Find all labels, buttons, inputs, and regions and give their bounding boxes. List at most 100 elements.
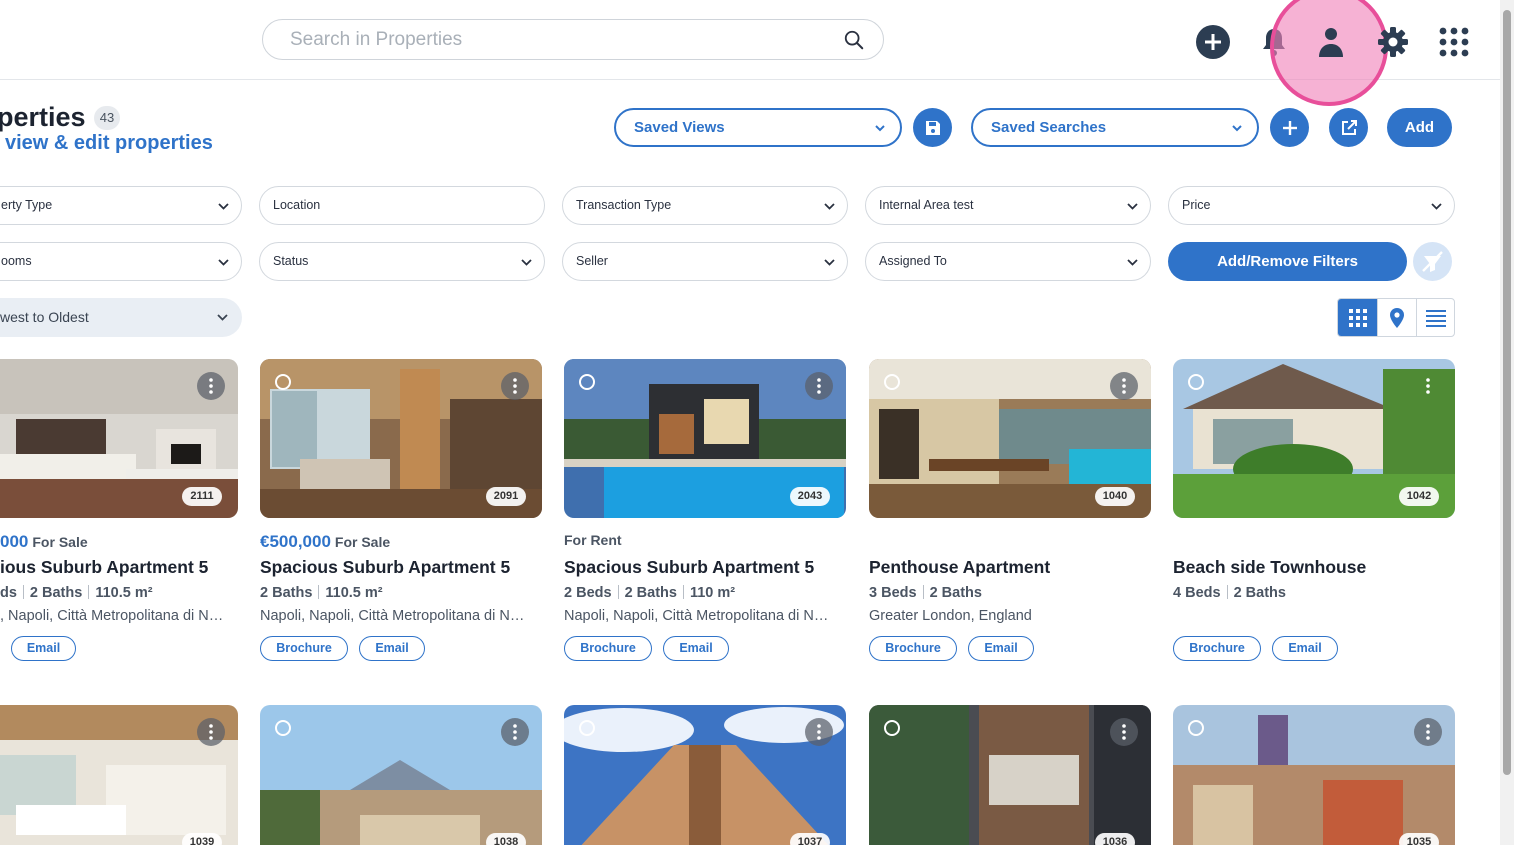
card-title[interactable]: Beach side Townhouse (1173, 557, 1366, 578)
brochure-button[interactable]: Brochure (564, 636, 652, 661)
brochure-button[interactable]: Brochure (260, 636, 348, 661)
card-title[interactable]: Spacious Suburb Apartment 5 (260, 557, 510, 578)
filter-label: Location (273, 198, 321, 212)
add-remove-filters-button[interactable]: Add/Remove Filters (1168, 242, 1407, 281)
search-icon[interactable] (843, 29, 865, 51)
gear-icon[interactable] (1376, 25, 1410, 59)
clear-filter-icon (1422, 251, 1443, 272)
property-photo[interactable]: 2043 (564, 359, 846, 518)
kebab-icon (209, 724, 213, 740)
card-address: Napoli, Napoli, Città Metropolitana di N… (260, 608, 532, 624)
sort-select[interactable]: west to Oldest (0, 298, 242, 337)
property-photo[interactable]: 2111 (0, 359, 238, 518)
chevron-down-icon (824, 203, 835, 210)
price: 000 (0, 532, 29, 551)
card-title[interactable]: Penthouse Apartment (869, 557, 1050, 578)
scrollbar[interactable] (1500, 0, 1514, 845)
email-button[interactable]: Email (968, 636, 1034, 661)
select-checkbox[interactable] (1188, 374, 1204, 390)
search-box[interactable] (262, 19, 884, 60)
saved-searches-select[interactable]: Saved Searches (971, 108, 1259, 147)
card-title[interactable]: Spacious Suburb Apartment 5 (564, 557, 814, 578)
property-photo[interactable]: 1037 (564, 705, 846, 845)
add-search-button[interactable] (1270, 108, 1309, 147)
property-photo[interactable]: 1042 (1173, 359, 1455, 518)
filter-seller[interactable]: Seller (562, 242, 848, 281)
price: €500,000 (260, 532, 331, 551)
ref-badge: 1039 (182, 833, 222, 845)
select-checkbox[interactable] (884, 720, 900, 736)
card-menu-button[interactable] (1414, 718, 1442, 746)
kebab-icon (513, 724, 517, 740)
select-checkbox[interactable] (884, 374, 900, 390)
filter-location[interactable]: Location (259, 186, 545, 225)
card-address: Greater London, England (869, 608, 1032, 624)
select-checkbox[interactable] (579, 374, 595, 390)
property-photo[interactable]: 1039 (0, 705, 238, 845)
card-menu-button[interactable] (805, 718, 833, 746)
property-photo[interactable]: 1036 (869, 705, 1151, 845)
card-menu-button[interactable] (501, 718, 529, 746)
filter-transaction-type[interactable]: Transaction Type (562, 186, 848, 225)
ref-badge: 2091 (486, 487, 526, 506)
spec: 2 Baths (260, 585, 313, 601)
filter-rooms[interactable]: ooms (0, 242, 242, 281)
scrollbar-thumb[interactable] (1503, 10, 1511, 775)
card-specs: ds 2 Baths 110.5 m² (0, 585, 153, 601)
email-button[interactable]: Email (1272, 636, 1338, 661)
chevron-down-icon (875, 125, 885, 132)
property-photo[interactable]: 1035 (1173, 705, 1455, 845)
ref-badge: 1037 (790, 833, 830, 845)
card-menu-button[interactable] (1414, 372, 1442, 400)
chevron-down-icon (824, 259, 835, 266)
filter-internal-area[interactable]: Internal Area test (865, 186, 1151, 225)
add-button[interactable]: Add (1387, 108, 1452, 147)
card-menu-button[interactable] (1110, 718, 1138, 746)
top-bar (0, 0, 1500, 106)
card-menu-button[interactable] (197, 372, 225, 400)
save-view-button[interactable] (913, 108, 952, 147)
share-search-button[interactable] (1329, 108, 1368, 147)
spec: 110 m² (689, 585, 736, 601)
transaction-type: For Rent (564, 532, 622, 548)
map-view-button[interactable] (1377, 299, 1416, 336)
property-photo[interactable]: 2091 (260, 359, 542, 518)
brochure-button[interactable]: Brochure (869, 636, 957, 661)
card-menu-button[interactable] (501, 372, 529, 400)
grid-view-button[interactable] (1338, 299, 1377, 336)
person-icon[interactable] (1314, 25, 1348, 59)
chevron-down-icon (1127, 203, 1138, 210)
list-view-icon (1426, 309, 1446, 327)
select-checkbox[interactable] (275, 374, 291, 390)
kebab-icon (209, 378, 213, 394)
sort-label: west to Oldest (0, 309, 89, 325)
select-checkbox[interactable] (275, 720, 291, 736)
card-menu-button[interactable] (805, 372, 833, 400)
saved-views-select[interactable]: Saved Views (614, 108, 902, 147)
filter-assigned-to[interactable]: Assigned To (865, 242, 1151, 281)
filter-price[interactable]: Price (1168, 186, 1455, 225)
email-button[interactable]: Email (663, 636, 729, 661)
property-photo[interactable]: 1040 (869, 359, 1151, 518)
kebab-icon (1426, 724, 1430, 740)
list-view-button[interactable] (1416, 299, 1454, 336)
select-checkbox[interactable] (579, 720, 595, 736)
kebab-icon (1122, 378, 1126, 394)
ref-badge: 2043 (790, 487, 830, 506)
select-checkbox[interactable] (1188, 720, 1204, 736)
kebab-icon (817, 378, 821, 394)
clear-filters-button[interactable] (1413, 242, 1452, 281)
property-photo[interactable]: 1038 (260, 705, 542, 845)
filter-status[interactable]: Status (259, 242, 545, 281)
search-input[interactable] (290, 29, 830, 51)
filter-label: Transaction Type (576, 198, 672, 212)
card-menu-button[interactable] (197, 718, 225, 746)
plus-circle-icon[interactable] (1196, 25, 1230, 59)
filter-property-type[interactable]: erty Type (0, 186, 242, 225)
apps-grid-icon[interactable] (1437, 25, 1471, 59)
brochure-button[interactable]: Brochure (1173, 636, 1261, 661)
card-title[interactable]: ious Suburb Apartment 5 (0, 557, 208, 578)
card-menu-button[interactable] (1110, 372, 1138, 400)
email-button[interactable]: Email (359, 636, 425, 661)
email-button[interactable]: Email (11, 636, 76, 661)
